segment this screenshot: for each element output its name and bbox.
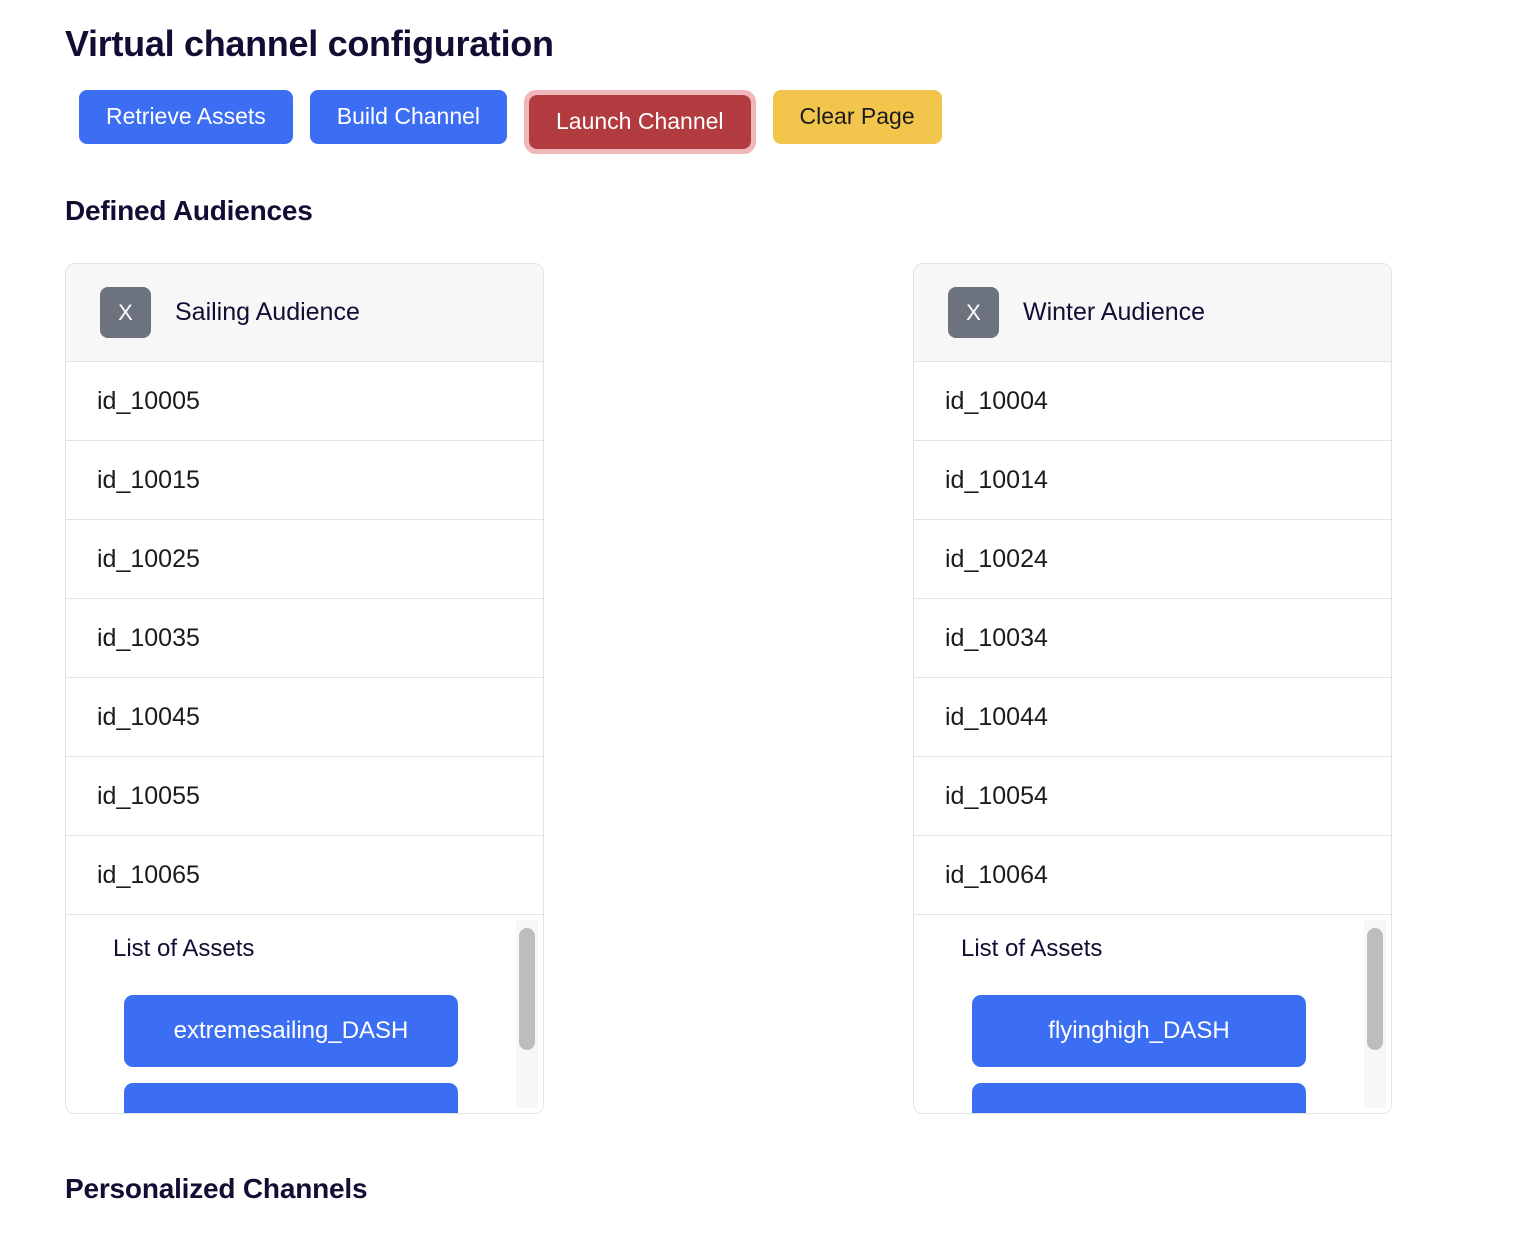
defined-audiences-heading: Defined Audiences	[65, 195, 313, 226]
asset-list: flyinghigh_DASH	[914, 995, 1364, 1113]
assets-scrollbar-thumb[interactable]	[1367, 928, 1383, 1050]
list-item[interactable]: id_10025	[66, 520, 543, 599]
retrieve-assets-button[interactable]: Retrieve Assets	[79, 90, 293, 144]
list-item[interactable]: id_10054	[914, 757, 1391, 836]
toolbar: Retrieve Assets Build Channel Launch Cha…	[79, 90, 942, 154]
assets-scrollbar[interactable]	[516, 920, 538, 1108]
audience-card-header: X Sailing Audience	[66, 264, 543, 362]
list-item[interactable]: id_10014	[914, 441, 1391, 520]
assets-panel: List of Assets extremesailing_DASH	[66, 915, 543, 1113]
asset-list: extremesailing_DASH	[66, 995, 516, 1113]
audience-card-sailing: X Sailing Audience id_10005 id_10015 id_…	[65, 263, 544, 1114]
asset-button[interactable]	[124, 1083, 458, 1113]
personalized-channels-heading: Personalized Channels	[65, 1173, 368, 1204]
audience-name: Sailing Audience	[175, 298, 360, 326]
list-item[interactable]: id_10005	[66, 362, 543, 441]
assets-scrollbar-thumb[interactable]	[519, 928, 535, 1050]
audience-name: Winter Audience	[1023, 298, 1206, 326]
assets-scrollbar[interactable]	[1364, 920, 1386, 1108]
build-channel-button[interactable]: Build Channel	[309, 90, 508, 144]
asset-button[interactable]	[972, 1083, 1306, 1113]
list-item[interactable]: id_10044	[914, 678, 1391, 757]
page-title: Virtual channel configuration	[65, 23, 554, 64]
asset-button[interactable]: flyinghigh_DASH	[972, 995, 1306, 1067]
clear-page-button[interactable]: Clear Page	[772, 90, 942, 144]
list-item[interactable]: id_10004	[914, 362, 1391, 441]
assets-scroll-region: List of Assets flyinghigh_DASH	[914, 915, 1364, 1113]
audience-card-winter: X Winter Audience id_10004 id_10014 id_1…	[913, 263, 1392, 1114]
list-item[interactable]: id_10015	[66, 441, 543, 520]
list-item[interactable]: id_10035	[66, 599, 543, 678]
close-icon[interactable]: X	[948, 287, 999, 338]
list-item[interactable]: id_10045	[66, 678, 543, 757]
assets-title: List of Assets	[113, 935, 255, 962]
assets-panel: List of Assets flyinghigh_DASH	[914, 915, 1391, 1113]
list-item[interactable]: id_10065	[66, 836, 543, 915]
list-item[interactable]: id_10024	[914, 520, 1391, 599]
launch-channel-button[interactable]: Launch Channel	[529, 95, 751, 149]
asset-button[interactable]: extremesailing_DASH	[124, 995, 458, 1067]
list-item[interactable]: id_10064	[914, 836, 1391, 915]
assets-title: List of Assets	[961, 935, 1103, 962]
launch-channel-focus-ring: Launch Channel	[524, 90, 756, 154]
list-item[interactable]: id_10055	[66, 757, 543, 836]
close-icon[interactable]: X	[100, 287, 151, 338]
virtual-channel-configuration-page: Virtual channel configuration Retrieve A…	[0, 0, 1538, 1234]
audience-card-header: X Winter Audience	[914, 264, 1391, 362]
assets-scroll-region: List of Assets extremesailing_DASH	[66, 915, 516, 1113]
list-item[interactable]: id_10034	[914, 599, 1391, 678]
